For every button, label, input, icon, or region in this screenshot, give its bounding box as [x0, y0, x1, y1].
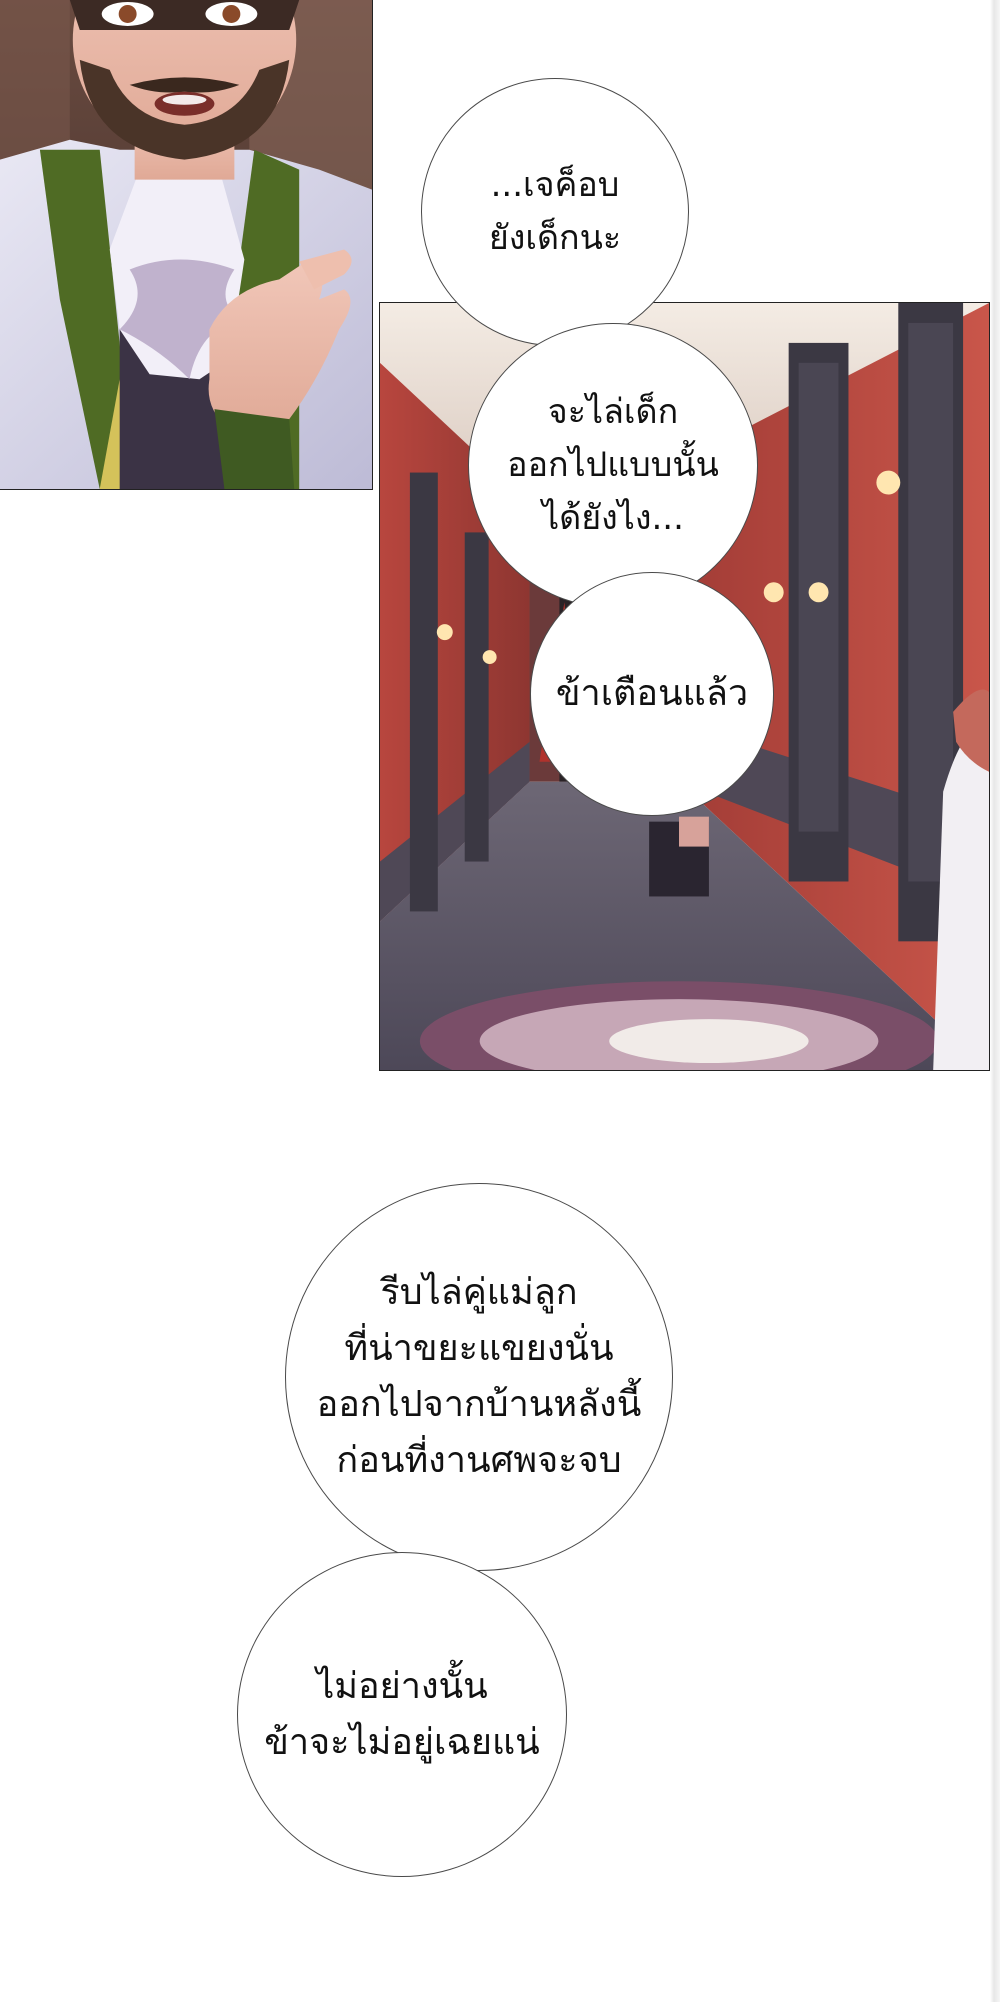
speech-bubble-threat: ไม่อย่างนั้น ข้าจะไม่อยู่เฉยแน่ [237, 1552, 567, 1877]
speech-bubble-warned: ข้าเตือนแล้ว [530, 572, 774, 816]
bearded-man-panel [0, 0, 373, 490]
bearded-man-illustration [0, 0, 372, 489]
speech-bubble-jacob-young: ...เจค็อบ ยังเด็กนะ [421, 78, 689, 346]
page-edge-shadow [990, 0, 1000, 2002]
speech-bubble-drive-out-child: จะไล่เด็ก ออกไปแบบนั้น ได้ยังไง... [468, 323, 758, 608]
speech-bubble-drive-out-mother-child: รีบไล่คู่แม่ลูก ที่น่าขยะแขยงนั่น ออกไปจ… [285, 1183, 673, 1571]
